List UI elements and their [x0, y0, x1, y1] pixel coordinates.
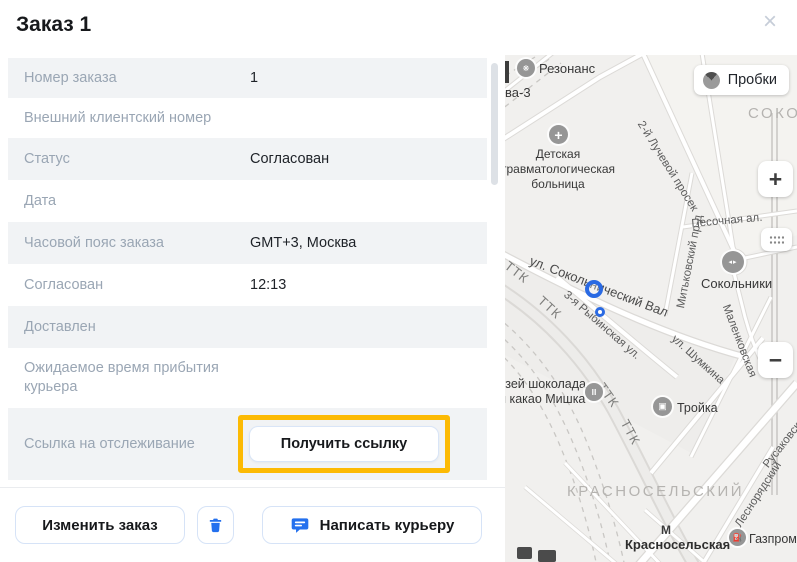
transit-badge: [538, 550, 556, 562]
rezonans-poi-icon[interactable]: ❋: [517, 59, 535, 77]
poi-label-museum-line2: и какао Мишка: [505, 392, 585, 406]
poi-label-troyka: Тройка: [677, 401, 718, 415]
order-location-anchor-dot[interactable]: [595, 307, 605, 317]
sokolniki-metro-icon[interactable]: ◂▸: [722, 251, 744, 273]
message-courier-button[interactable]: Написать курьеру: [262, 506, 482, 544]
delete-order-button[interactable]: [197, 506, 234, 544]
field-label: Статус: [24, 150, 250, 169]
ruler-dots-icon: [769, 235, 784, 244]
field-row-status: Статус Согласован: [8, 138, 487, 180]
order-location-marker[interactable]: [585, 280, 603, 298]
poi-label-museum-line1: узей шоколада: [505, 377, 586, 391]
metro-m-icon: М: [661, 523, 671, 537]
chat-icon: [290, 516, 310, 535]
field-row-approved-time: Согласован 12:13: [8, 264, 487, 306]
field-row-delivered: Доставлен: [8, 306, 487, 348]
map-canvas[interactable]: СОКОЛ КРАСНОСЕЛЬСКИЙ 2-й Лучевой просек …: [505, 55, 797, 562]
field-label: Ссылка на отслеживание: [24, 435, 238, 454]
zoom-in-button[interactable]: +: [758, 161, 793, 197]
footer-actions: Изменить заказ Написать курьеру: [0, 487, 505, 562]
transit-badge: [517, 547, 532, 559]
field-value: 12:13: [250, 277, 286, 293]
panel-scrollbar[interactable]: [491, 63, 498, 185]
field-row-timezone: Часовой пояс заказа GMT+3, Москва: [8, 222, 487, 264]
zoom-out-button[interactable]: −: [758, 342, 793, 378]
field-label: Часовой пояс заказа: [24, 234, 250, 253]
field-label: Согласован: [24, 276, 250, 295]
traffic-label: Пробки: [728, 72, 777, 88]
traffic-toggle-button[interactable]: Пробки: [694, 65, 789, 95]
field-row-date: Дата: [8, 180, 487, 222]
edit-order-button[interactable]: Изменить заказ: [15, 506, 185, 544]
poi-label-sokolniki-metro: Сокольники: [701, 276, 772, 291]
field-label: Номер заказа: [24, 69, 250, 88]
field-row-external-client-number: Внешний клиентский номер: [8, 98, 487, 138]
get-link-button[interactable]: Получить ссылку: [249, 426, 439, 462]
poi-label-gazprom: Газпром: [749, 532, 797, 546]
gazprom-poi-icon[interactable]: ⛽: [729, 529, 746, 546]
close-icon[interactable]: ×: [763, 10, 777, 34]
poi-label-rezonans: Резонанс: [539, 61, 595, 76]
district-label-sokolniki: СОКОЛ: [748, 105, 797, 122]
field-label: Доставлен: [24, 318, 250, 337]
field-value: 1: [250, 70, 258, 86]
field-label: Внешний клиентский номер: [24, 109, 250, 128]
page-title: Заказ 1: [16, 13, 91, 37]
field-value: GMT+3, Москва: [250, 235, 356, 251]
tutorial-highlight-frame: Получить ссылку: [238, 415, 450, 473]
field-row-tracking-link: Ссылка на отслеживание Получить ссылку: [8, 408, 487, 480]
hospital-poi-icon[interactable]: +: [549, 125, 568, 144]
station-icon-moskva3: [505, 61, 509, 83]
field-row-eta: Ожидаемое время прибытия курьера: [8, 348, 487, 408]
traffic-icon: [703, 72, 720, 89]
trash-icon: [207, 516, 224, 534]
district-label-krasnoselsky: КРАСНОСЕЛЬСКИЙ: [567, 483, 744, 500]
troyka-poi-icon[interactable]: ▣: [653, 397, 672, 416]
field-label: Дата: [24, 192, 250, 211]
field-value: Согласован: [250, 151, 329, 167]
poi-label-krasnoselskaya: Красносельская: [625, 537, 730, 552]
field-label: Ожидаемое время прибытия курьера: [24, 359, 250, 397]
field-row-order-number: Номер заказа 1: [8, 58, 487, 98]
order-dialog: Заказ 1 × Номер заказа 1 Внешний клиентс…: [0, 0, 797, 562]
ruler-button[interactable]: [761, 228, 792, 251]
message-courier-label: Написать курьеру: [320, 517, 455, 534]
museum-poi-icon[interactable]: Ⅲ: [585, 383, 603, 401]
poi-label-moskva3: ва-3: [505, 85, 531, 100]
poi-label-hospital: Детская травматологическая больница: [505, 147, 623, 192]
order-fields-table: Номер заказа 1 Внешний клиентский номер …: [8, 58, 487, 480]
